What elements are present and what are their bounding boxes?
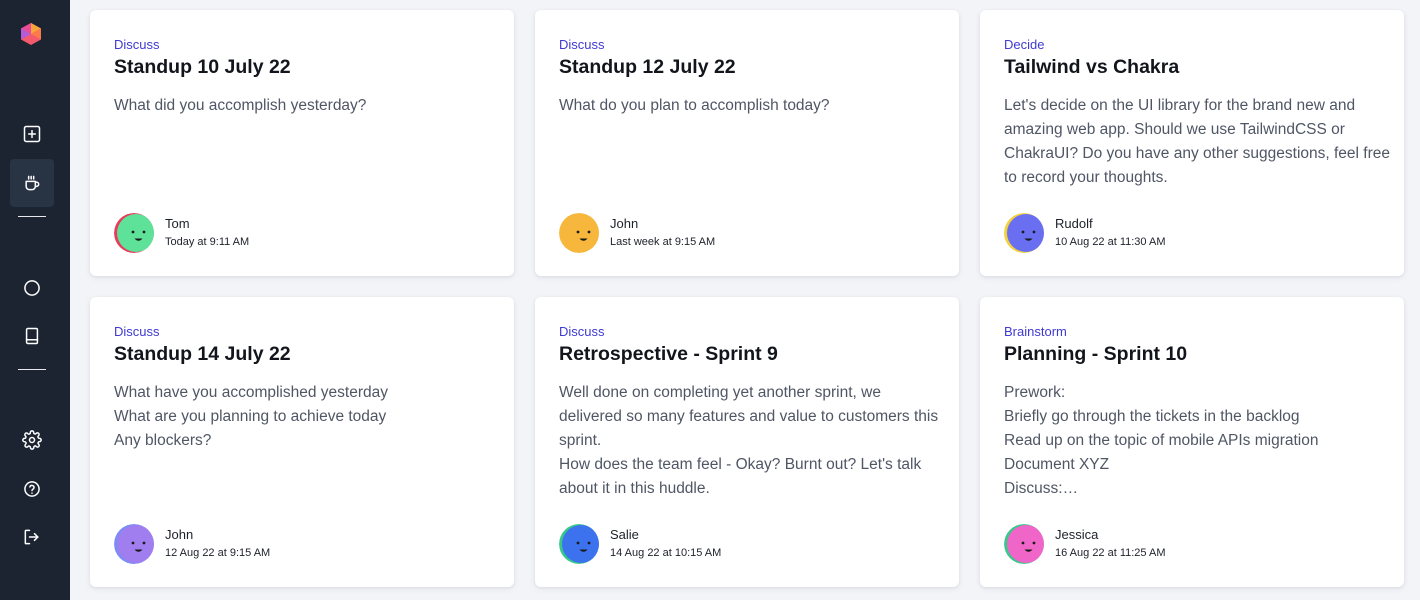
- huddle-description: Let's decide on the UI library for the b…: [1004, 94, 1391, 190]
- description-line: delivered so many features and value to …: [559, 408, 939, 425]
- sidebar: [0, 0, 70, 600]
- logout-icon: [24, 529, 39, 545]
- huddle-category: Discuss: [559, 324, 605, 339]
- avatar: [1004, 213, 1044, 253]
- avatar: [559, 213, 599, 253]
- sidebar-item-library[interactable]: [10, 312, 54, 360]
- smiley-face-icon: [559, 213, 599, 253]
- description-line: Document XYZ: [1004, 456, 1110, 473]
- huddle-title: Tailwind vs Chakra: [1004, 56, 1180, 78]
- book-icon: [25, 327, 39, 345]
- timestamp: 16 Aug 22 at 11:25 AM: [1055, 547, 1166, 559]
- sidebar-item-huddles[interactable]: [10, 159, 54, 207]
- description-line: How does the team feel - Okay? Burnt out…: [559, 456, 922, 473]
- coffee-cup-icon: [25, 175, 40, 191]
- avatar: [114, 213, 154, 253]
- huddle-title: Planning - Sprint 10: [1004, 343, 1188, 365]
- help-circle-icon: [24, 481, 40, 497]
- sidebar-divider: [18, 369, 46, 370]
- description-line: to record your thoughts.: [1004, 169, 1168, 186]
- description-line: What have you accomplished yesterday: [114, 384, 388, 401]
- huddle-card[interactable]: Brainstorm Planning - Sprint 10 Prework:…: [980, 297, 1404, 587]
- sidebar-item-status[interactable]: [10, 264, 54, 312]
- huddle-title: Retrospective - Sprint 9: [559, 343, 778, 365]
- huddle-category: Discuss: [559, 37, 605, 52]
- timestamp: 10 Aug 22 at 11:30 AM: [1055, 236, 1166, 248]
- huddle-title: Standup 14 July 22: [114, 343, 291, 365]
- description-line: Any blockers?: [114, 432, 212, 449]
- description-line: sprint.: [559, 432, 602, 449]
- timestamp: 14 Aug 22 at 10:15 AM: [610, 547, 722, 559]
- huddle-description: What have you accomplished yesterday Wha…: [114, 381, 494, 453]
- avatar: [559, 524, 599, 564]
- description-line: Prework:: [1004, 384, 1066, 401]
- description-line: Well done on completing yet another spri…: [559, 384, 881, 401]
- huddle-card[interactable]: Discuss Standup 10 July 22 What did you …: [90, 10, 514, 276]
- sidebar-item-help[interactable]: [10, 465, 54, 513]
- sidebar-item-settings[interactable]: [10, 416, 54, 464]
- description-line: ChakraUI? Do you have any other suggesti…: [1004, 145, 1391, 162]
- huddle-description: What did you accomplish yesterday?: [114, 94, 494, 118]
- user-name: John: [165, 527, 194, 542]
- description-line: What are you planning to achieve today: [114, 408, 387, 425]
- description-line: Discuss:…: [1004, 480, 1079, 497]
- description-line: Briefly go through the tickets in the ba…: [1004, 408, 1300, 425]
- sidebar-divider: [18, 216, 46, 217]
- huddle-title: Standup 12 July 22: [559, 56, 736, 78]
- huddle-category: Decide: [1004, 37, 1045, 52]
- app-logo[interactable]: [19, 22, 43, 46]
- user-name: Jessica: [1055, 527, 1099, 542]
- sidebar-item-new-huddle[interactable]: [10, 110, 54, 158]
- description-line: Read up on the topic of mobile APIs migr…: [1004, 432, 1319, 449]
- huddle-card[interactable]: Decide Tailwind vs Chakra Let's decide o…: [980, 10, 1404, 276]
- huddle-description: Well done on completing yet another spri…: [559, 381, 939, 501]
- user-name: Rudolf: [1055, 216, 1093, 231]
- huddle-card[interactable]: Discuss Standup 12 July 22 What do you p…: [535, 10, 959, 276]
- avatar: [1004, 524, 1044, 564]
- user-name: Salie: [610, 527, 639, 542]
- huddle-description: Prework: Briefly go through the tickets …: [1004, 381, 1384, 501]
- description-line: What do you plan to accomplish today?: [559, 97, 830, 114]
- description-line: about it in this huddle.: [559, 480, 710, 497]
- sidebar-item-logout[interactable]: [10, 513, 54, 561]
- smiley-face-icon: [114, 524, 154, 564]
- huddle-card[interactable]: Discuss Standup 14 July 22 What have you…: [90, 297, 514, 587]
- plus-square-icon: [23, 125, 41, 143]
- avatar: [114, 524, 154, 564]
- huddle-category: Brainstorm: [1004, 324, 1067, 339]
- circle-icon: [24, 280, 40, 296]
- gear-icon: [22, 430, 42, 450]
- description-line: What did you accomplish yesterday?: [114, 97, 367, 114]
- user-name: John: [610, 216, 639, 231]
- timestamp: Last week at 9:15 AM: [610, 236, 716, 248]
- user-name: Tom: [165, 216, 190, 231]
- smiley-face-icon: [114, 213, 154, 253]
- huddle-category: Discuss: [114, 324, 160, 339]
- timestamp: Today at 9:11 AM: [165, 236, 250, 248]
- huddle-title: Standup 10 July 22: [114, 56, 291, 78]
- timestamp: 12 Aug 22 at 9:15 AM: [165, 547, 271, 559]
- huddle-description: What do you plan to accomplish today?: [559, 94, 939, 118]
- description-line: Let's decide on the UI library for the b…: [1004, 97, 1356, 114]
- huddle-card[interactable]: Discuss Retrospective - Sprint 9 Well do…: [535, 297, 959, 587]
- smiley-face-icon: [1004, 213, 1044, 253]
- smiley-face-icon: [1004, 524, 1044, 564]
- description-line: amazing web app. Should we use TailwindC…: [1004, 121, 1345, 138]
- smiley-face-icon: [559, 524, 599, 564]
- huddle-category: Discuss: [114, 37, 160, 52]
